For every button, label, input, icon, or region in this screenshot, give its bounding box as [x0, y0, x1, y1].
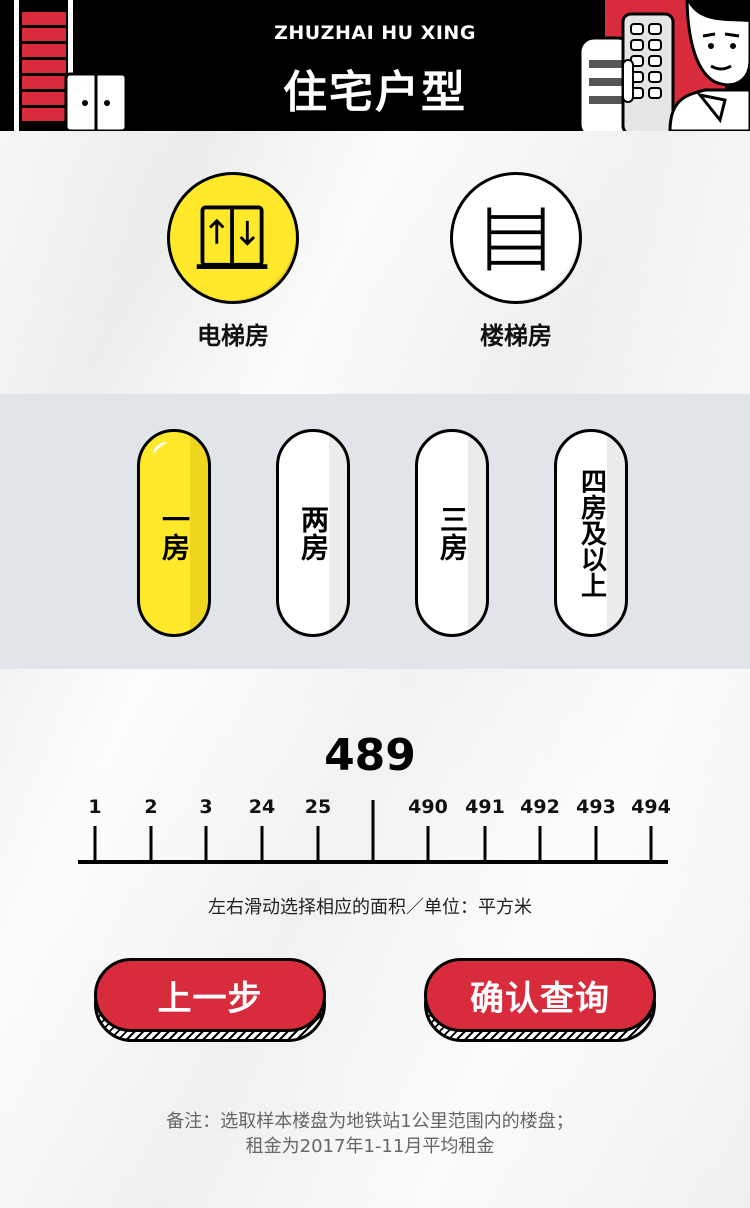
tick-label: 491 [465, 796, 505, 818]
pill-shade [329, 432, 347, 634]
tick-label: 492 [520, 796, 560, 818]
room-option-four-plus[interactable]: 四房及以上 [554, 429, 628, 637]
room-count-band: 一房 两房 三房 四房及以上 [0, 394, 750, 669]
ruler-baseline [78, 860, 668, 864]
tick-label: 494 [631, 796, 671, 818]
ruler-tick [538, 826, 542, 862]
ruler-tick [483, 826, 487, 862]
type-option-elevator[interactable]: 电梯房 [163, 172, 303, 351]
type-option-stairs[interactable]: 楼梯房 [446, 172, 586, 351]
confirm-query-label: 确认查询 [470, 978, 610, 1019]
room-option-two[interactable]: 两房 [276, 429, 350, 637]
ruler-tick [426, 826, 430, 862]
type-label-stairs: 楼梯房 [480, 322, 552, 350]
room-option-one[interactable]: 一房 [137, 429, 211, 637]
confirm-query-button[interactable]: 确认查询 [424, 958, 656, 1042]
room-label-three: 三房 [436, 505, 469, 561]
ruler-tick [594, 826, 598, 862]
button-face[interactable]: 上一步 [94, 958, 326, 1032]
stairs-circle[interactable] [450, 172, 582, 304]
slider-hint: 左右滑动选择相应的面积／单位：平方米 [208, 897, 532, 918]
header-banner: ZHUZHAI HU XING 住宅户型 [0, 0, 750, 131]
button-face[interactable]: 确认查询 [424, 958, 656, 1032]
pill-shine [150, 439, 172, 459]
ruler-tick [649, 826, 653, 862]
elevator-icon [196, 175, 296, 301]
type-label-elevator: 电梯房 [197, 322, 269, 350]
tick-label: 3 [199, 796, 213, 818]
pill-shade [468, 432, 486, 634]
ruler-tick [204, 826, 208, 862]
slider-indicator[interactable] [371, 800, 375, 862]
prev-step-label: 上一步 [157, 978, 263, 1019]
ruler-tick [149, 826, 153, 862]
area-ruler-slider[interactable]: 1 2 3 24 25 490 491 492 493 494 [78, 790, 671, 870]
elevator-circle[interactable] [167, 172, 299, 304]
ruler-tick [93, 826, 97, 862]
room-option-three[interactable]: 三房 [415, 429, 489, 637]
tick-label: 24 [248, 796, 276, 818]
note-line-1: 备注：选取样本楼盘为地铁站1公里范围内的楼盘； [166, 1111, 574, 1132]
prev-step-button[interactable]: 上一步 [94, 958, 326, 1042]
room-label-two: 两房 [297, 505, 330, 561]
tick-label: 2 [144, 796, 158, 818]
tick-label: 25 [304, 796, 332, 818]
pill-shade [190, 432, 208, 634]
ruler-tick [260, 826, 264, 862]
phone-person-decoration [578, 0, 750, 131]
tick-label: 490 [408, 796, 448, 818]
note-line-2: 租金为2017年1-11月平均租金 [245, 1136, 495, 1157]
tick-label: 1 [88, 796, 102, 818]
ruler-tick [316, 826, 320, 862]
area-value: 489 [324, 730, 416, 781]
pill-shade [607, 432, 625, 634]
room-label-one: 一房 [158, 505, 191, 561]
tick-label: 493 [576, 796, 616, 818]
room-label-four-plus: 四房及以上 [576, 468, 607, 598]
ladder-icon [487, 175, 579, 301]
